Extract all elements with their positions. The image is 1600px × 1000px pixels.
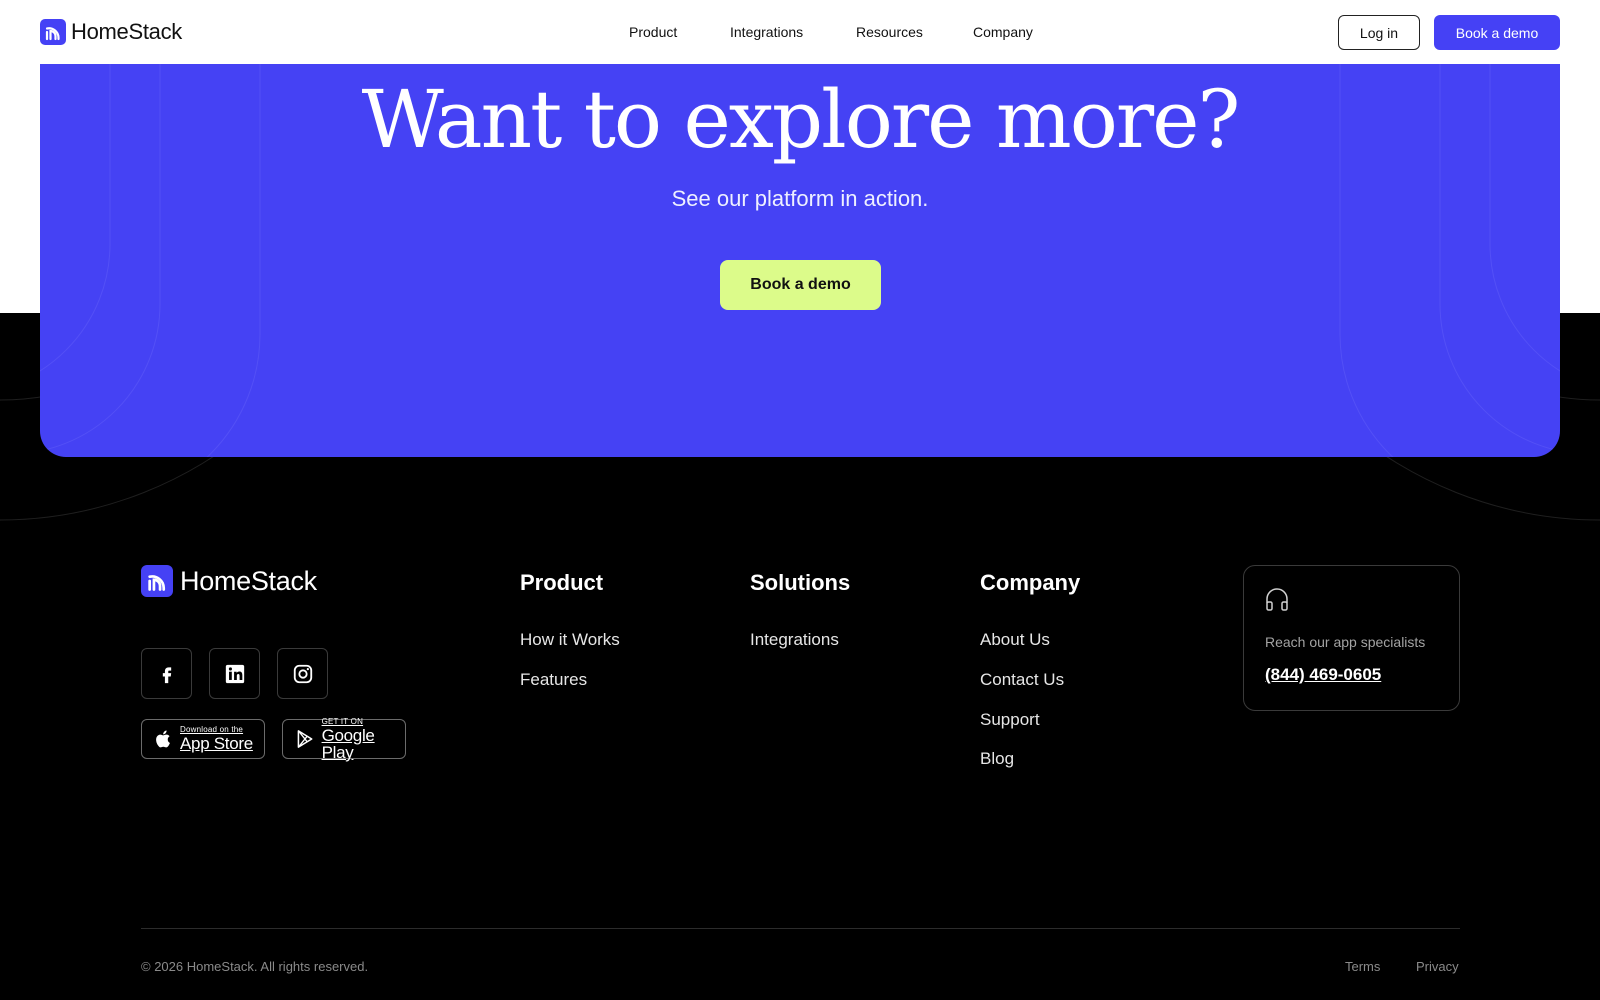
nav-link-company[interactable]: Company xyxy=(973,22,1033,42)
login-button[interactable]: Log in xyxy=(1338,15,1420,50)
google-play-small-text: GET IT ON xyxy=(321,716,364,726)
apple-icon xyxy=(156,730,170,748)
app-store-badge[interactable]: Download on the App Store xyxy=(141,719,265,759)
copyright-text: © 2026 HomeStack. All rights reserved. xyxy=(141,959,369,974)
facebook-link[interactable] xyxy=(141,648,192,699)
google-play-badge[interactable]: GET IT ON Google Play xyxy=(282,716,406,762)
top-navbar: HomeStack Product Integrations Resources… xyxy=(0,0,1600,64)
headphones-icon xyxy=(1266,588,1288,611)
google-play-big-text: Google Play xyxy=(321,725,375,762)
nav-link-integrations[interactable]: Integrations xyxy=(730,22,803,42)
privacy-link[interactable]: Privacy xyxy=(1416,959,1459,975)
cta-title: Want to explore more? xyxy=(361,73,1241,166)
contact-label: Reach our app specialists xyxy=(1265,634,1426,650)
nav-book-demo-button[interactable]: Book a demo xyxy=(1434,15,1560,50)
footer-heading-product: Product xyxy=(520,570,604,595)
nav-link-product[interactable]: Product xyxy=(629,22,677,42)
nav-link-resources[interactable]: Resources xyxy=(856,22,923,42)
cta-book-demo-button[interactable]: Book a demo xyxy=(720,260,881,310)
contact-phone-link[interactable]: (844) 469-0605 xyxy=(1265,665,1381,685)
footer-brand-name: HomeStack xyxy=(180,565,317,596)
app-store-big-text: App Store xyxy=(180,734,253,753)
linkedin-icon xyxy=(225,664,244,683)
app-store-small-text: Download on the xyxy=(180,725,244,734)
contact-card: Reach our app specialists (844) 469-0605 xyxy=(1243,565,1460,711)
instagram-icon xyxy=(293,664,312,683)
footer-link-integrations[interactable]: Integrations xyxy=(750,629,839,651)
cta-card: Want to explore more? See our platform i… xyxy=(40,64,1560,457)
instagram-link[interactable] xyxy=(277,648,328,699)
cta-subtitle: See our platform in action. xyxy=(671,186,929,211)
footer-link-features[interactable]: Features xyxy=(520,669,587,691)
footer-heading-solutions: Solutions xyxy=(750,570,851,595)
homestack-logo-icon xyxy=(141,565,173,597)
footer-link-blog[interactable]: Blog xyxy=(980,748,1014,770)
footer-link-how-it-works[interactable]: How it Works xyxy=(520,629,620,651)
facebook-icon xyxy=(162,666,171,683)
terms-link[interactable]: Terms xyxy=(1345,959,1380,975)
footer-brand-logo[interactable]: HomeStack xyxy=(141,565,317,597)
footer-heading-company: Company xyxy=(980,570,1081,595)
footer-link-contact-us[interactable]: Contact Us xyxy=(980,669,1064,691)
footer-link-support[interactable]: Support xyxy=(980,709,1040,731)
linkedin-link[interactable] xyxy=(209,648,260,699)
footer-link-about-us[interactable]: About Us xyxy=(980,629,1050,651)
footer-divider xyxy=(141,928,1460,929)
google-play-icon xyxy=(297,730,313,748)
